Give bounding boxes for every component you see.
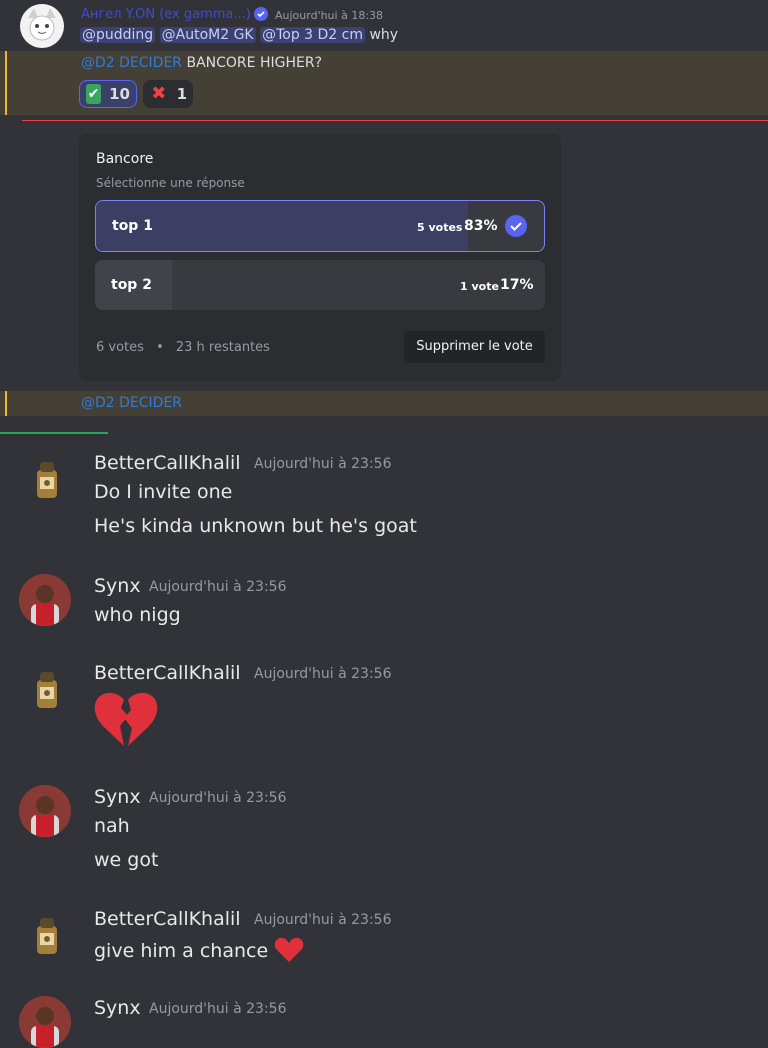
poll-time-remaining: 23 h restantes [175,340,270,355]
message-text: give him a chance [94,937,304,963]
message-author[interactable]: Synx [94,997,141,1019]
poll-subtitle: Sélectionne une réponse [96,176,245,190]
message-text: who nigg [94,604,181,626]
red-heart-icon [274,937,304,963]
user-mention[interactable]: @AutoM2 GK [159,27,256,43]
message-author[interactable]: Ангел Y.ON (ex gamma...) [81,7,251,22]
new-messages-divider [22,120,768,121]
message-text-content: give him a chance [94,940,269,962]
poll-option-votes: 1 vote [460,280,499,293]
avatar[interactable] [19,785,71,837]
message-timestamp: Aujourd'hui à 23:56 [254,912,392,928]
checkmark-icon [505,215,527,237]
message-author[interactable]: Synx [94,786,141,808]
message-timestamp: Aujourd'hui à 23:56 [254,456,392,472]
broken-heart-icon [93,690,159,750]
separator-dot: • [156,340,164,355]
role-mention[interactable]: @D2 DECIDER [81,395,182,411]
poll-option-label: top 2 [111,277,152,293]
poll-option-label: top 1 [112,218,153,234]
message-author[interactable]: Synx [94,575,141,597]
message-author[interactable]: BetterCallKhalil [94,908,241,930]
reaction-count: 1 [176,85,187,103]
reaction-cross[interactable]: ✖ 1 [143,80,193,108]
avatar[interactable] [22,452,72,502]
message-text: we got [94,849,159,871]
user-mention[interactable]: @pudding [80,27,156,43]
poll-option-percent: 83% [464,218,498,234]
poll-total-votes: 6 votes [96,340,144,355]
poll-option[interactable]: top 2 1 vote 17% [95,260,545,310]
role-mention[interactable]: @D2 DECIDER [81,55,182,71]
divider [0,432,108,434]
avatar[interactable] [20,4,64,48]
poll-question: Bancore [96,151,154,167]
message-text: Do I invite one [94,481,233,503]
message-body: @D2 DECIDER BANCORE HIGHER? [81,55,322,71]
poll-option[interactable]: top 1 5 votes 83% [95,200,545,252]
message-timestamp: Aujourd'hui à 23:56 [149,790,287,806]
avatar[interactable] [22,662,72,712]
poll-footer: 6 votes • 23 h restantes [96,340,270,355]
remove-vote-button[interactable]: Supprimer le vote [404,331,545,363]
poll-option-percent: 17% [500,277,534,293]
avatar[interactable] [19,574,71,626]
message-author[interactable]: BetterCallKhalil [94,662,241,684]
message-timestamp: Aujourd'hui à 23:56 [149,579,287,595]
message-body: @pudding @AutoM2 GK @Top 3 D2 cm why [80,27,398,43]
reaction-check[interactable]: ✔ 10 [79,80,137,108]
message-text: why [369,27,399,43]
poll-option-votes: 5 votes [417,221,463,234]
poll-card: Bancore Sélectionne une réponse top 1 5 … [79,134,561,381]
message-text: BANCORE HIGHER? [186,55,322,71]
reaction-count: 10 [109,85,130,103]
message-timestamp: Aujourd'hui à 18:38 [275,9,384,22]
verified-badge-icon [253,6,269,22]
message-author[interactable]: BetterCallKhalil [94,452,241,474]
cross-mark-icon: ✖ [151,83,167,104]
user-mention[interactable]: @Top 3 D2 cm [260,27,365,43]
message-timestamp: Aujourd'hui à 23:56 [149,1001,287,1017]
highlight-bar [5,391,7,416]
message-timestamp: Aujourd'hui à 23:56 [254,666,392,682]
avatar[interactable] [22,908,72,958]
avatar[interactable] [19,996,71,1048]
check-mark-icon: ✔ [86,84,102,104]
highlight-bar [5,51,7,115]
message-text: nah [94,815,130,837]
message-text: He's kinda unknown but he's goat [94,515,417,537]
